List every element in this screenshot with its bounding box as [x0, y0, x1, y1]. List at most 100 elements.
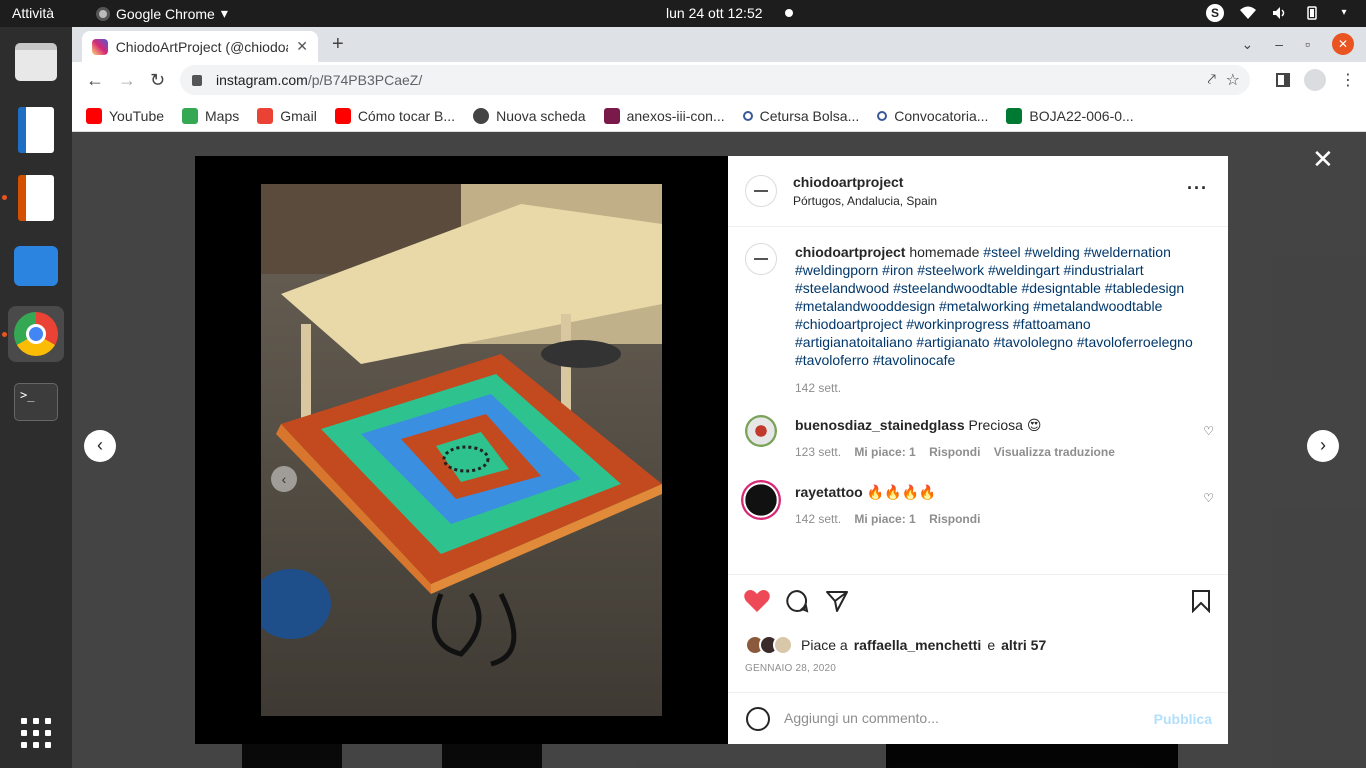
- maximize-button[interactable]: ▫: [1305, 36, 1310, 52]
- dock-writer[interactable]: [8, 102, 64, 158]
- tab-instagram[interactable]: ChiodoArtProject (@chiodoartproject) ✕: [82, 31, 318, 62]
- post-media: ‹: [195, 156, 728, 744]
- reload-button[interactable]: ↻: [150, 70, 165, 91]
- dock-terminal[interactable]: >_: [8, 374, 64, 430]
- files-icon: [15, 43, 57, 81]
- junta-andalucia-icon: [1006, 107, 1023, 124]
- skype-icon[interactable]: S: [1206, 4, 1224, 22]
- chevron-down-icon: ▾: [1341, 7, 1347, 18]
- caption-author[interactable]: chiodoartproject: [795, 244, 905, 260]
- side-panel-icon[interactable]: [1276, 73, 1290, 87]
- address-bar[interactable]: instagram.com/p/B74PB3PCaeZ/ ⤤ ☆: [180, 65, 1250, 95]
- carousel-previous-button[interactable]: ‹: [271, 466, 297, 492]
- like-comment-icon[interactable]: ♡: [1203, 491, 1214, 505]
- comment-author[interactable]: buenosdiaz_stainedglass: [795, 417, 965, 433]
- bookmark-youtube[interactable]: YouTube: [86, 107, 164, 124]
- document-icon: [603, 107, 620, 124]
- url-path: /p/B74PB3PCaeZ/: [307, 72, 423, 88]
- bookmark-label: Cetursa Bolsa...: [759, 107, 860, 124]
- avatar[interactable]: [745, 175, 777, 207]
- liked-by-user[interactable]: raffaella_menchetti: [854, 637, 982, 653]
- bookmark-anexos[interactable]: anexos-iii-con...: [603, 107, 725, 124]
- gmail-icon: [257, 107, 274, 124]
- close-modal-icon[interactable]: ✕: [1312, 146, 1334, 172]
- youtube-icon: [86, 107, 102, 124]
- translate-button[interactable]: Visualizza traduzione: [994, 445, 1115, 459]
- post-location[interactable]: Pórtugos, Andalucia, Spain: [793, 194, 937, 208]
- minimize-button[interactable]: –: [1275, 36, 1283, 52]
- dock-impress[interactable]: [8, 170, 64, 226]
- bookmark-gmail[interactable]: Gmail: [257, 107, 317, 124]
- post-header: chiodoartproject Pórtugos, Andalucia, Sp…: [728, 156, 1228, 227]
- like-heart-icon[interactable]: [744, 589, 770, 618]
- chrome-menu-icon[interactable]: ⋮: [1340, 70, 1356, 90]
- save-bookmark-icon[interactable]: [1191, 589, 1211, 618]
- liked-by-others[interactable]: altri 57: [1001, 637, 1046, 653]
- comment-author[interactable]: rayetattoo: [795, 484, 863, 500]
- new-tab-button[interactable]: +: [332, 33, 344, 56]
- browser-toolbar: ← → ↻ instagram.com/p/B74PB3PCaeZ/ ⤤ ☆ ⋮: [72, 62, 1366, 100]
- tab-search-icon[interactable]: ⌄: [1242, 36, 1254, 53]
- post-photo[interactable]: ‹: [261, 184, 662, 716]
- app-menu-label: Google Chrome: [116, 5, 215, 22]
- tiled-table-photo: [261, 184, 662, 716]
- show-applications-button[interactable]: [8, 705, 64, 761]
- emoji-icon[interactable]: [746, 707, 770, 731]
- comment-text: 🔥🔥🔥🔥: [866, 484, 937, 500]
- close-window-button[interactable]: ✕: [1332, 33, 1354, 55]
- running-indicator: [2, 332, 7, 337]
- bookmark-cetursa[interactable]: Cetursa Bolsa...: [742, 107, 860, 124]
- back-button[interactable]: ←: [86, 70, 104, 91]
- comment-likes[interactable]: Mi piace: 1: [854, 445, 915, 459]
- more-options-icon[interactable]: ···: [1187, 178, 1208, 199]
- clock[interactable]: lun 24 ott 12:52: [666, 5, 763, 21]
- comment-meta: 142 sett. Mi piace: 1 Rispondi: [795, 512, 1195, 526]
- avatar[interactable]: [745, 415, 777, 447]
- avatar[interactable]: [745, 243, 777, 275]
- dock-files[interactable]: [8, 34, 64, 90]
- share-icon[interactable]: ⤤: [1208, 71, 1216, 88]
- likes-summary: Piace a raffaella_menchetti e altri 57: [745, 635, 1046, 655]
- bookmark-label: anexos-iii-con...: [626, 107, 725, 124]
- share-post-icon[interactable]: [825, 589, 849, 618]
- toolbar-right: ⋮: [1276, 69, 1356, 91]
- url-text[interactable]: instagram.com/p/B74PB3PCaeZ/: [216, 72, 422, 88]
- reply-button[interactable]: Rispondi: [929, 445, 980, 459]
- caption-hashtags[interactable]: #steel #welding #weldernation #weldingpo…: [795, 244, 1193, 368]
- lock-icon[interactable]: [192, 74, 202, 86]
- dock-software-store[interactable]: [8, 238, 64, 294]
- browser-window: ChiodoArtProject (@chiodoartproject) ✕ +…: [72, 27, 1366, 768]
- activities-button[interactable]: Attività: [12, 5, 54, 21]
- close-tab-icon[interactable]: ✕: [296, 38, 308, 55]
- reply-button[interactable]: Rispondi: [929, 512, 980, 526]
- forward-button[interactable]: →: [118, 70, 136, 91]
- avatar[interactable]: [741, 480, 781, 520]
- bookmark-label: Nuova scheda: [496, 107, 586, 124]
- instagram-page: ✕ ‹ › ‹ chiodoartproject Pórtugos, Andal…: [72, 132, 1366, 768]
- bookmark-como-tocar[interactable]: Cómo tocar B...: [334, 107, 456, 124]
- liker-avatars[interactable]: [745, 635, 793, 655]
- bookmark-label: Cómo tocar B...: [357, 107, 456, 124]
- bookmark-nuova-scheda[interactable]: Nuova scheda: [473, 107, 586, 124]
- next-post-button[interactable]: ›: [1307, 430, 1339, 462]
- bookmark-boja[interactable]: BOJA22-006-0...: [1006, 107, 1134, 124]
- instagram-favicon-icon: [92, 38, 108, 55]
- publish-button[interactable]: Pubblica: [1154, 711, 1212, 727]
- chrome-icon: [14, 312, 58, 356]
- comment-age: 142 sett.: [795, 512, 842, 526]
- app-menu[interactable]: Google Chrome ▾: [96, 5, 228, 22]
- dock-chrome[interactable]: [8, 306, 64, 362]
- comment-input[interactable]: [784, 703, 1144, 733]
- bookmark-convocatoria[interactable]: Convocatoria...: [877, 108, 988, 124]
- like-comment-icon[interactable]: ♡: [1203, 424, 1214, 438]
- comment-likes[interactable]: Mi piace: 1: [854, 512, 915, 526]
- post-author[interactable]: chiodoartproject: [793, 174, 903, 190]
- bookmark-maps[interactable]: Maps: [182, 107, 239, 124]
- comment-icon[interactable]: [785, 589, 809, 618]
- post-date[interactable]: GENNAIO 28, 2020: [745, 663, 836, 674]
- profile-avatar[interactable]: [1304, 69, 1326, 91]
- youtube-icon: [334, 107, 351, 124]
- previous-post-button[interactable]: ‹: [84, 430, 116, 462]
- system-tray[interactable]: S ▾: [1206, 4, 1352, 22]
- bookmark-star-icon[interactable]: ☆: [1226, 70, 1240, 90]
